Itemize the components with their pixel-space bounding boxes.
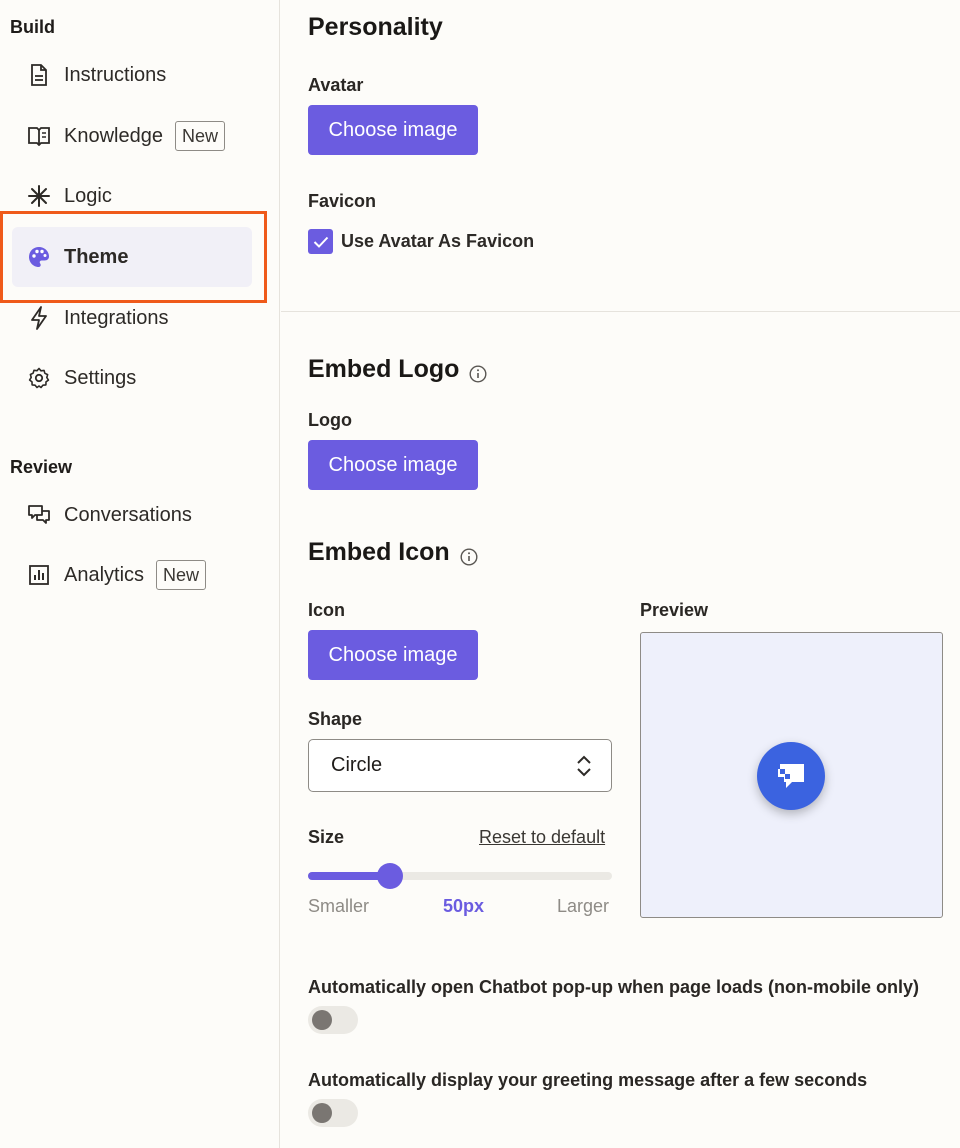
size-value: 50px [443,896,485,916]
toggle-knob [312,1103,332,1123]
embed-logo-title-text: Embed Logo [308,355,460,383]
favicon-label: Favicon [308,191,377,211]
info-icon[interactable] [460,544,478,566]
sidebar-item-knowledge[interactable]: Knowledge New [12,106,252,166]
icon-preview [640,632,943,918]
review-section-title: Review [10,457,73,477]
sidebar-item-label: Analytics [64,563,145,586]
toggle-knob [312,1010,332,1030]
shape-select[interactable]: Circle [308,739,612,792]
sidebar-item-conversations[interactable]: Conversations [12,485,252,545]
size-max-label: Larger [557,896,610,916]
shape-select-value: Circle [331,754,383,776]
chevron-up-down-icon [575,753,593,785]
personality-title: Personality [308,13,443,42]
sidebar-item-label: Integrations [64,306,169,329]
info-icon[interactable] [469,361,487,383]
avatar-label: Avatar [308,75,364,95]
auto-open-label: Automatically open Chatbot pop-up when p… [308,977,919,997]
size-slider[interactable] [308,863,612,889]
embed-icon-title: Embed Icon [308,538,478,567]
favicon-checkbox-row[interactable]: Use Avatar As Favicon [308,229,534,254]
embed-logo-title: Embed Logo [308,355,487,384]
build-section-title: Build [10,17,55,37]
bar-chart-icon [27,563,51,587]
preview-label: Preview [640,600,709,620]
sidebar-item-analytics[interactable]: Analytics New [12,545,252,605]
shape-label: Shape [308,709,363,729]
size-label: Size [308,827,345,847]
icon-label: Icon [308,600,346,620]
size-min-label: Smaller [308,896,370,916]
favicon-checkbox[interactable] [308,229,333,254]
sidebar-item-label: Conversations [64,503,192,526]
auto-greeting-label: Automatically display your greeting mess… [308,1070,868,1090]
sidebar-item-label: Logic [64,184,112,207]
check-icon [313,236,328,248]
logo-label: Logo [308,410,352,430]
auto-open-toggle[interactable] [308,1006,358,1034]
sidebar-item-settings[interactable]: Settings [12,348,252,408]
chat-bubbles-icon [27,503,51,527]
main-content: Personality Avatar Choose image Favicon … [281,0,960,1148]
reset-to-default-link[interactable]: Reset to default [479,827,605,848]
asterisk-icon [27,184,51,208]
sidebar-item-instructions[interactable]: Instructions [12,45,252,105]
logo-choose-image-button[interactable]: Choose image [308,440,478,490]
new-badge: New [156,560,207,590]
chat-launcher-icon [757,742,825,810]
personality-title-text: Personality [308,13,443,41]
icon-choose-image-button[interactable]: Choose image [308,630,478,680]
auto-greeting-toggle[interactable] [308,1099,358,1127]
lightning-icon [27,306,51,330]
new-badge: New [174,121,225,151]
sidebar: Build Instructions Knowledge New Logic T… [0,0,280,1148]
section-divider [281,311,960,312]
document-icon [27,63,51,87]
sidebar-item-label: Knowledge [64,124,163,147]
sidebar-item-label: Instructions [64,63,167,86]
favicon-checkbox-label: Use Avatar As Favicon [341,231,535,251]
book-icon [27,124,51,148]
gear-icon [27,366,51,390]
slider-thumb[interactable] [377,863,404,889]
sidebar-item-label: Settings [64,366,137,389]
avatar-choose-image-button[interactable]: Choose image [308,105,478,155]
embed-icon-title-text: Embed Icon [308,538,450,566]
theme-highlight-box [0,211,267,303]
